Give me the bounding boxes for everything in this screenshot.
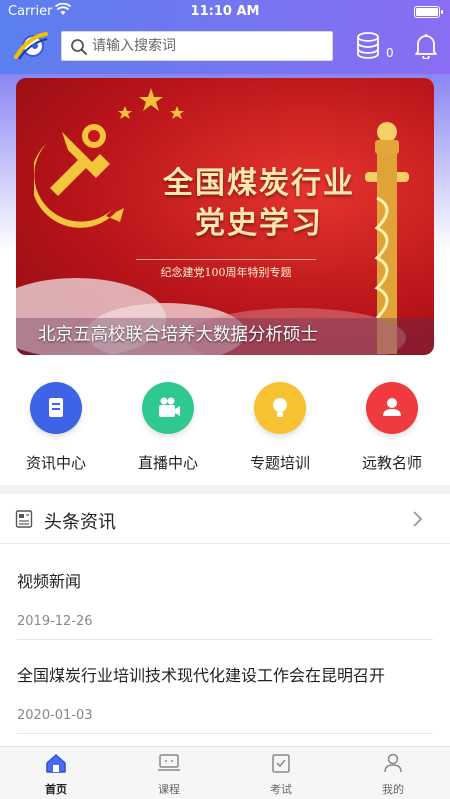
coin-stack-icon[interactable] [356, 32, 380, 64]
tab-label: 考试 [270, 783, 292, 796]
banner-caption: 北京五高校联合培养大数据分析硕士 [38, 325, 318, 345]
tab-label: 我的 [382, 783, 404, 796]
quick-link-news-center[interactable]: 资讯中心 [11, 382, 101, 473]
tab-exam[interactable]: 考试 [241, 753, 321, 797]
battery-icon [414, 6, 443, 18]
news-item-title: 视频新闻 [17, 572, 82, 591]
quick-links: 资讯中心 直播中心 专题培训 远教名师 [0, 370, 450, 485]
headline-news-section: 头条资讯 视频新闻 2019-12-26 全国煤炭行业培训技术现代化建设工作会在… [0, 494, 450, 746]
profile-icon [384, 753, 402, 773]
tab-label: 首页 [45, 783, 67, 796]
search-box[interactable] [61, 31, 333, 61]
search-icon [70, 38, 88, 60]
tab-mine[interactable]: 我的 [353, 753, 433, 797]
banner-area: 全国煤炭行业 党史学习 纪念建党100周年特别专题 北京五高校联合培养大数据分析… [0, 74, 450, 370]
news-item-date: 2020-01-03 [17, 708, 93, 723]
banner-carousel[interactable]: 全国煤炭行业 党史学习 纪念建党100周年特别专题 北京五高校联合培养大数据分析… [16, 78, 434, 355]
tab-home[interactable]: 首页 [16, 753, 96, 797]
quick-link-famous-teachers[interactable]: 远教名师 [347, 382, 437, 473]
banner-title: 全国煤炭行业 党史学习 [144, 164, 374, 244]
quick-link-label: 直播中心 [137, 454, 198, 472]
quick-link-live-center[interactable]: 直播中心 [123, 382, 213, 473]
course-icon [158, 754, 180, 771]
teacher-icon [366, 382, 418, 434]
star-decoration [118, 88, 184, 119]
exam-icon [272, 754, 290, 773]
home-icon [46, 754, 66, 773]
news-item[interactable]: 视频新闻 2019-12-26 [17, 568, 433, 640]
banner-title-line1: 全国煤炭行业 [163, 166, 355, 201]
quick-link-label: 专题培训 [249, 454, 310, 472]
search-input[interactable] [92, 35, 322, 57]
newspaper-icon [15, 509, 35, 533]
quick-link-label: 资讯中心 [25, 454, 86, 472]
news-header[interactable]: 头条资讯 [0, 494, 450, 544]
quick-link-label: 远教名师 [361, 454, 422, 472]
quick-link-topic-training[interactable]: 专题培训 [235, 382, 325, 473]
news-section-title: 头条资讯 [44, 512, 116, 533]
chevron-right-icon[interactable] [410, 509, 424, 533]
tab-course[interactable]: 课程 [129, 753, 209, 797]
news-doc-icon [30, 382, 82, 434]
lightbulb-icon [254, 382, 306, 434]
app-logo[interactable] [14, 31, 48, 61]
coin-count: 0 [386, 46, 394, 60]
status-bar: Carrier 11:10 AM [0, 0, 450, 24]
video-camera-icon [142, 382, 194, 434]
tab-label: 课程 [158, 783, 180, 796]
status-time: 11:10 AM [190, 4, 260, 19]
bell-icon[interactable] [414, 33, 438, 63]
party-emblem-icon [34, 124, 124, 228]
news-item-date: 2019-12-26 [17, 614, 93, 629]
bottom-tab-bar: 首页 课程 考试 我的 [0, 746, 450, 799]
app-header: Carrier 11:10 AM 0 [0, 0, 450, 74]
news-item-title: 全国煤炭行业培训技术现代化建设工作会在昆明召开 [17, 666, 386, 685]
news-item[interactable]: 全国煤炭行业培训技术现代化建设工作会在昆明召开 2020-01-03 [17, 662, 433, 734]
